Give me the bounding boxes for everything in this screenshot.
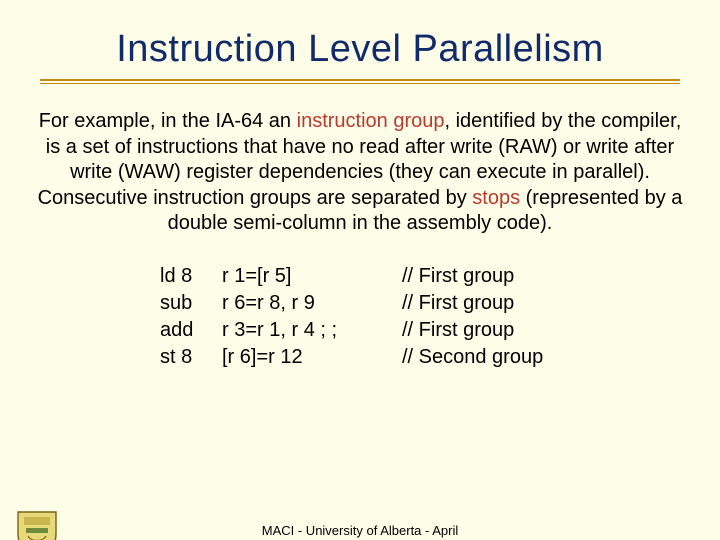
slide: Instruction Level Parallelism For exampl… [0,28,720,540]
body-emph-stops: stops [472,187,520,209]
code-args: r 3=r 1, r 4 ; ; [222,317,402,344]
code-comment: // First group [402,290,720,317]
body-paragraph: For example, in the IA-64 an instruction… [32,109,688,237]
code-args: [r 6]=r 12 [222,344,402,371]
code-block: ld 8 r 1=[r 5] // First group sub r 6=r … [160,263,720,371]
footer-line1: MACI - University of Alberta - April [0,523,720,539]
title-underline [40,79,680,85]
code-args: r 1=[r 5] [222,263,402,290]
footer: MACI - University of Alberta - April 200… [0,523,720,540]
body-text-1: For example, in the IA-64 an [39,110,297,132]
code-row: sub r 6=r 8, r 9 // First group [160,290,720,317]
code-comment: // First group [402,263,720,290]
code-op: st 8 [160,344,222,371]
code-row: ld 8 r 1=[r 5] // First group [160,263,720,290]
code-row: add r 3=r 1, r 4 ; ; // First group [160,317,720,344]
body-emph-instruction-group: instruction group [297,110,445,132]
code-op: ld 8 [160,263,222,290]
code-op: add [160,317,222,344]
slide-title: Instruction Level Parallelism [0,28,720,71]
code-comment: // First group [402,317,720,344]
code-args: r 6=r 8, r 9 [222,290,402,317]
university-crest-icon [14,508,60,540]
code-row: st 8 [r 6]=r 12 // Second group [160,344,720,371]
code-op: sub [160,290,222,317]
code-comment: // Second group [402,344,720,371]
